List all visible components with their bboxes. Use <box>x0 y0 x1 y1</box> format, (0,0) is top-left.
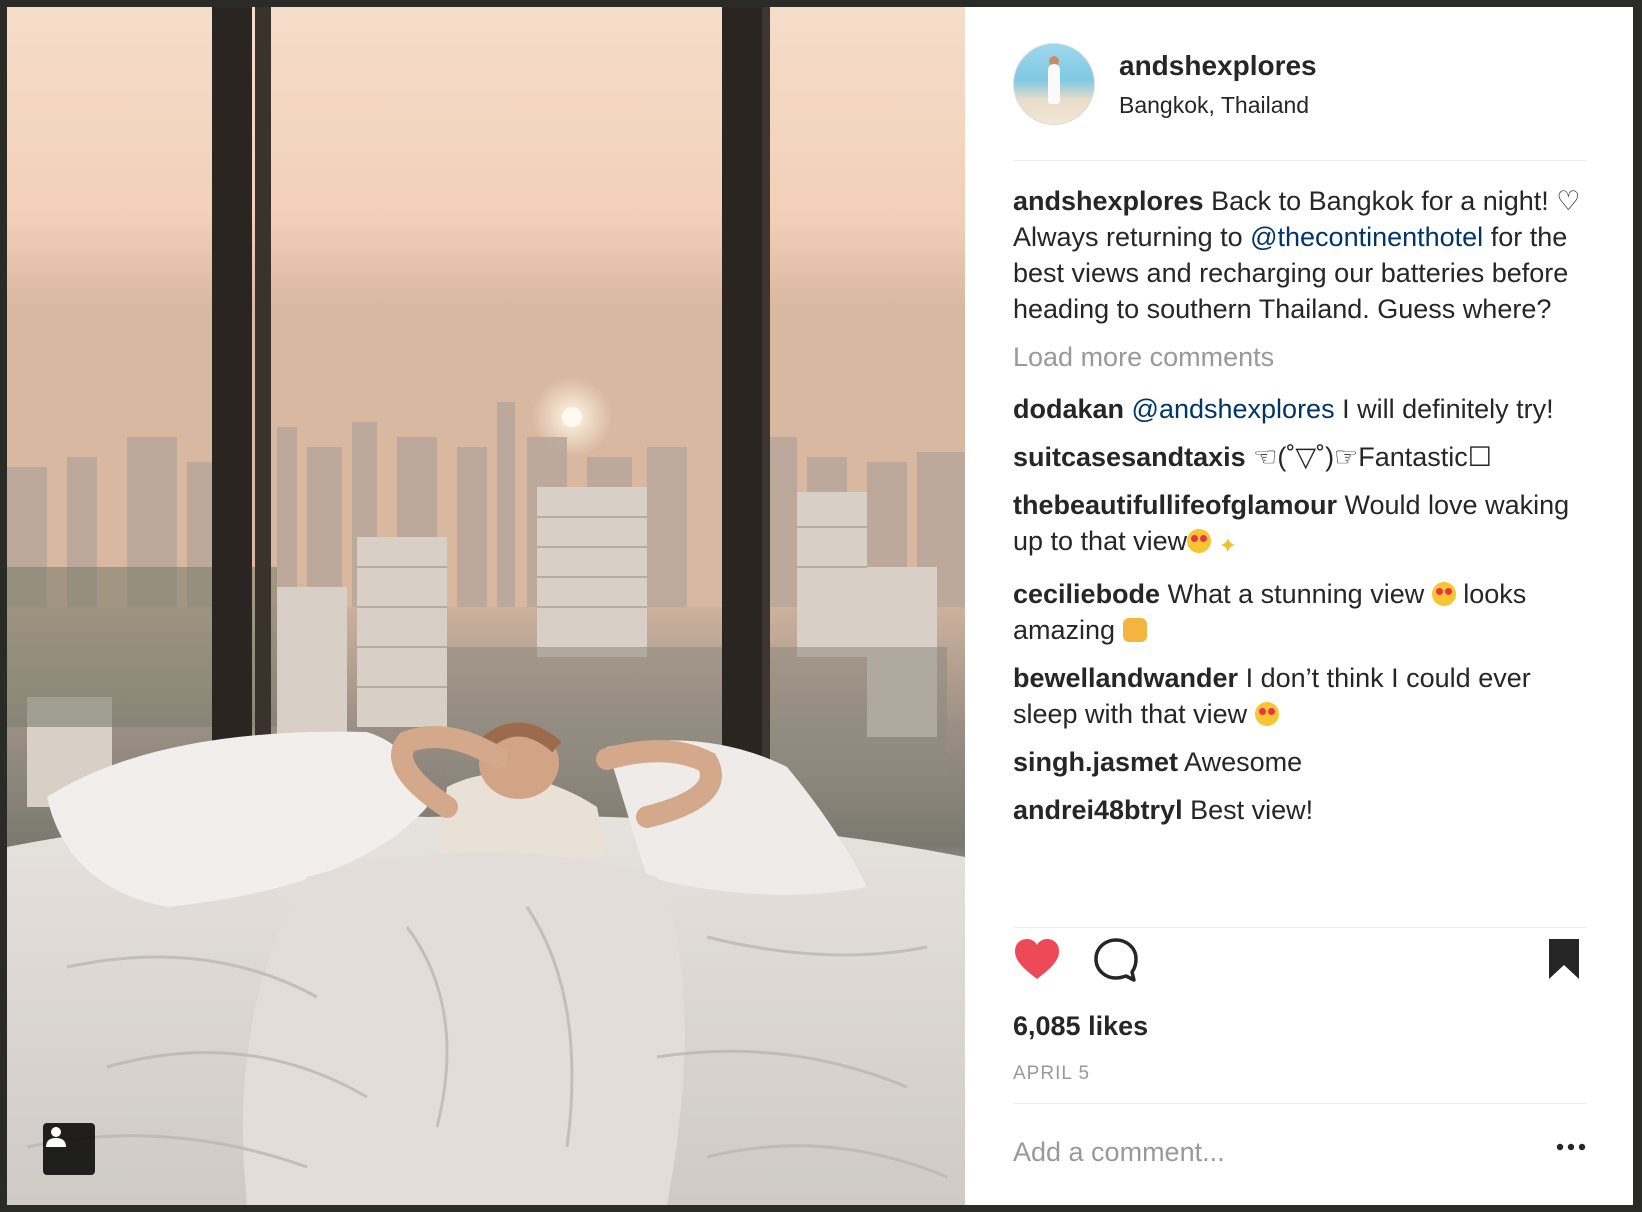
comment-username[interactable]: bewellandwander <box>1013 663 1238 693</box>
comment-item: ceciliebode What a stunning view looks a… <box>1013 576 1587 648</box>
header-divider <box>1013 160 1587 161</box>
heart-filled-icon[interactable] <box>1013 937 1061 981</box>
heart-eyes-emoji-icon <box>1431 582 1456 606</box>
comment-username[interactable]: singh.jasmet <box>1013 747 1178 777</box>
comment-username[interactable]: dodakan <box>1013 394 1124 424</box>
load-more-comments-button[interactable]: Load more comments <box>1013 339 1587 375</box>
comment-text: What a stunning view <box>1160 579 1432 609</box>
person-tag-icon <box>46 1127 66 1147</box>
comment-item: suitcasesandtaxis ☜(˚▽˚)☞Fantastic☐ <box>1013 439 1587 475</box>
user-tag-button[interactable] <box>43 1123 95 1175</box>
post-date: APRIL 5 <box>1013 1063 1091 1084</box>
avatar[interactable] <box>1013 43 1095 125</box>
photo-illustration <box>7 7 965 1205</box>
comment-text: I will definitely try! <box>1334 394 1554 424</box>
comment-username[interactable]: ceciliebode <box>1013 579 1160 609</box>
post-header: andshexplores Bangkok, Thailand <box>1013 43 1587 125</box>
caption: andshexplores Back to Bangkok for a nigh… <box>1013 183 1587 327</box>
footer-divider <box>1013 1103 1587 1104</box>
post-modal: andshexplores Bangkok, Thailand andshexp… <box>7 7 1633 1205</box>
comment-item: andrei48btryl Best view! <box>1013 792 1587 828</box>
add-comment-input[interactable] <box>1013 1127 1513 1177</box>
more-horizontal-icon[interactable] <box>1555 1137 1587 1157</box>
comment-item: bewellandwander I don’t think I could ev… <box>1013 660 1587 732</box>
comment-item: dodakan @andshexplores I will definitely… <box>1013 391 1587 427</box>
comments-divider <box>1013 927 1587 928</box>
comment-text: Awesome <box>1178 747 1303 777</box>
raising-hands-emoji-icon <box>1122 618 1147 642</box>
post-photo[interactable] <box>7 7 965 1205</box>
comment-username[interactable]: andrei48btryl <box>1013 795 1183 825</box>
comment-mention[interactable]: @andshexplores <box>1132 394 1335 424</box>
bookmark-filled-icon[interactable] <box>1547 937 1581 981</box>
comment-text: ☜(˚▽˚)☞Fantastic☐ <box>1245 442 1493 472</box>
header-location[interactable]: Bangkok, Thailand <box>1119 92 1317 119</box>
comment-text: Best view! <box>1182 795 1314 825</box>
dizzy-emoji-icon: ✦ <box>1218 533 1238 558</box>
comment-item: singh.jasmet Awesome <box>1013 744 1587 780</box>
post-side-panel: andshexplores Bangkok, Thailand andshexp… <box>965 7 1633 1205</box>
comment-item: thebeautifullifeofglamour Would love wak… <box>1013 487 1587 564</box>
comments-list[interactable]: andshexplores Back to Bangkok for a nigh… <box>1013 183 1587 927</box>
comment-username[interactable]: thebeautifullifeofglamour <box>1013 490 1337 520</box>
comment-bubble-icon[interactable] <box>1093 937 1139 983</box>
likes-count[interactable]: 6,085 likes <box>1013 1011 1148 1042</box>
header-username[interactable]: andshexplores <box>1119 50 1317 82</box>
caption-mention[interactable]: @thecontinenthotel <box>1250 222 1483 252</box>
comment-username[interactable]: suitcasesandtaxis <box>1013 442 1246 472</box>
action-bar <box>1013 935 1587 987</box>
caption-username[interactable]: andshexplores <box>1013 186 1204 216</box>
heart-eyes-emoji-icon <box>1254 702 1279 726</box>
heart-eyes-emoji-icon <box>1187 529 1212 553</box>
